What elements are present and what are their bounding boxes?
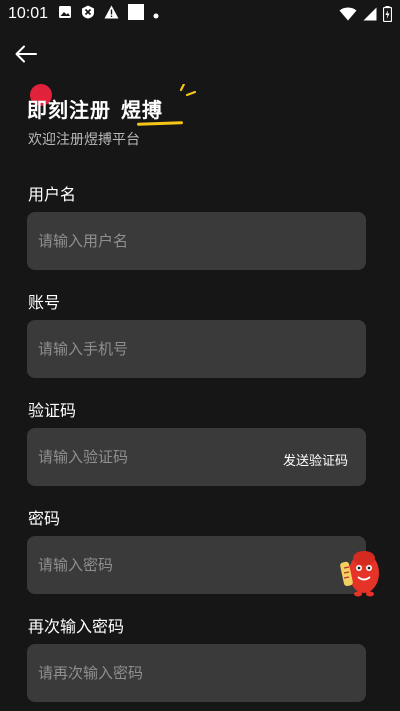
password-field[interactable] <box>27 536 366 594</box>
password-input[interactable] <box>38 556 355 574</box>
code-label: 验证码 <box>28 401 77 420</box>
title-main: 即刻注册 <box>27 98 111 122</box>
account-field[interactable] <box>27 320 366 378</box>
image-icon <box>58 5 72 23</box>
warning-icon <box>104 5 119 23</box>
phone-input[interactable] <box>38 340 355 358</box>
arrow-left-icon <box>14 44 38 68</box>
wifi-icon <box>339 7 357 25</box>
send-code-button[interactable]: 发送验证码 <box>283 450 348 469</box>
confirm-password-input[interactable] <box>38 664 355 682</box>
battery-charging-icon <box>382 6 393 26</box>
close-circle-icon <box>81 5 95 23</box>
mascot-icon[interactable] <box>338 546 384 598</box>
page-title: 即刻注册 煜搏 <box>27 94 163 123</box>
password-label: 密码 <box>28 509 61 528</box>
back-button[interactable] <box>12 42 40 70</box>
signal-icon <box>363 7 377 25</box>
username-field[interactable] <box>27 212 366 270</box>
brand-underline <box>136 121 184 126</box>
status-time: 10:01 <box>8 5 49 22</box>
status-bar: 10:01 <box>0 0 400 28</box>
account-label: 账号 <box>28 293 61 312</box>
spark-icon <box>177 82 199 108</box>
username-label: 用户名 <box>28 185 77 204</box>
username-input[interactable] <box>38 232 355 250</box>
code-field[interactable]: 发送验证码 <box>27 428 366 486</box>
dot-icon <box>153 5 159 23</box>
code-input[interactable] <box>38 448 258 466</box>
page-subtitle: 欢迎注册煜搏平台 <box>28 132 140 148</box>
square-icon <box>128 4 145 24</box>
title-brand: 煜搏 <box>121 98 163 122</box>
page-header: 即刻注册 煜搏 <box>27 82 197 126</box>
confirm-password-field[interactable] <box>27 644 366 702</box>
confirm-password-label: 再次输入密码 <box>28 617 125 636</box>
